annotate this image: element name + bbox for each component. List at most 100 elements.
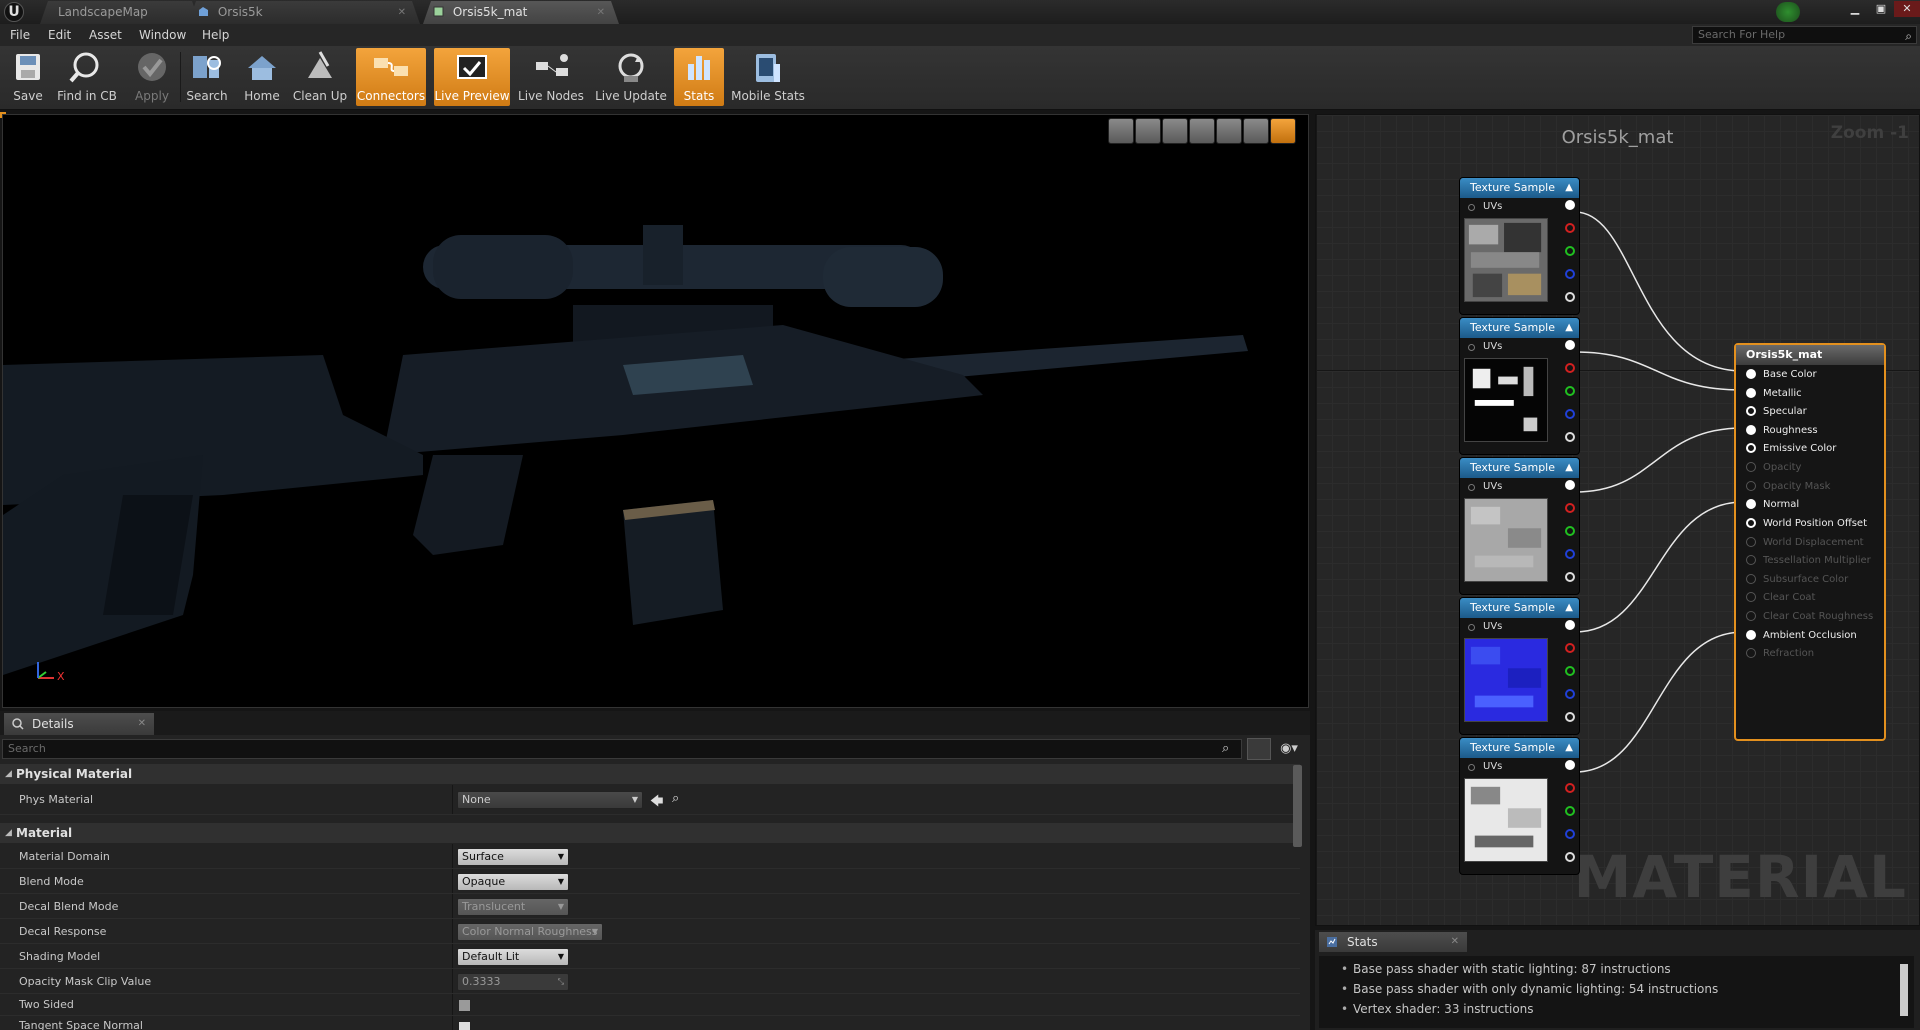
close-icon[interactable]: ✕ <box>138 713 146 735</box>
input-pin-subsurface-color[interactable] <box>1746 574 1756 584</box>
live-nodes-button[interactable]: Live Nodes <box>516 48 586 106</box>
input-pin-tessellation-multiplier[interactable] <box>1746 555 1756 565</box>
material-domain-combo[interactable]: Surface ▼ <box>457 848 569 866</box>
rgb-output-pin[interactable] <box>1565 760 1575 770</box>
uv-input-pin[interactable] <box>1468 764 1475 771</box>
search-icon[interactable]: ⌕ <box>1905 28 1912 44</box>
preview-cube-icon[interactable] <box>1189 118 1215 144</box>
input-pin-world-displacement[interactable] <box>1746 537 1756 547</box>
mobile-stats-button[interactable]: Mobile Stats <box>730 48 806 106</box>
rgb-output-pin[interactable] <box>1565 200 1575 210</box>
uv-input-pin[interactable] <box>1468 624 1475 631</box>
input-pin-refraction[interactable] <box>1746 648 1756 658</box>
r-output-pin[interactable] <box>1565 223 1575 233</box>
connectors-button[interactable]: Connectors <box>356 48 426 106</box>
b-output-pin[interactable] <box>1565 269 1575 279</box>
a-output-pin[interactable] <box>1565 852 1575 862</box>
eye-visibility-icon[interactable]: ◉▾ <box>1274 738 1304 760</box>
input-pin-metallic[interactable] <box>1746 388 1756 398</box>
input-pin-ambient-occlusion[interactable] <box>1746 630 1756 640</box>
realtime-toggle-icon[interactable] <box>1270 118 1296 144</box>
close-icon[interactable]: ✕ <box>398 1 406 24</box>
material-graph[interactable]: Orsis5k_mat Zoom -1 MATERIAL Texture Sam… <box>1315 114 1920 926</box>
search-icon[interactable]: ⌕ <box>1222 741 1229 756</box>
collapse-icon[interactable]: ▲ <box>1565 598 1573 618</box>
uv-input-pin[interactable] <box>1468 484 1475 491</box>
clean-up-button[interactable]: Clean Up <box>290 48 350 106</box>
menu-file[interactable]: File <box>10 24 30 46</box>
category-physical-material[interactable]: ◢ Physical Material <box>0 764 1300 784</box>
a-output-pin[interactable] <box>1565 572 1575 582</box>
texture-sample-node[interactable]: Texture Sample ▲ UVs <box>1459 597 1580 735</box>
a-output-pin[interactable] <box>1565 292 1575 302</box>
input-pin-clear-coat[interactable] <box>1746 592 1756 602</box>
input-pin-emissive-color[interactable] <box>1746 443 1756 453</box>
g-output-pin[interactable] <box>1565 806 1575 816</box>
shading-model-combo[interactable]: Default Lit ▼ <box>457 948 569 966</box>
g-output-pin[interactable] <box>1565 666 1575 676</box>
details-scrollbar[interactable] <box>1293 765 1302 847</box>
texture-sample-node[interactable]: Texture Sample ▲ UVs <box>1459 737 1580 875</box>
g-output-pin[interactable] <box>1565 526 1575 536</box>
menu-window[interactable]: Window <box>139 24 186 46</box>
a-output-pin[interactable] <box>1565 712 1575 722</box>
help-search-input[interactable]: Search For Help ⌕ <box>1692 26 1917 44</box>
collapse-icon[interactable]: ▲ <box>1565 318 1573 338</box>
input-pin-world-position-offset[interactable] <box>1746 518 1756 528</box>
browse-icon[interactable]: ⌕ <box>672 791 679 806</box>
apply-button[interactable]: Apply <box>128 48 176 106</box>
r-output-pin[interactable] <box>1565 503 1575 513</box>
input-pin-roughness[interactable] <box>1746 425 1756 435</box>
g-output-pin[interactable] <box>1565 386 1575 396</box>
stats-button[interactable]: Stats <box>674 48 724 106</box>
material-result-node[interactable]: Orsis5k_mat Base Color Metallic Specular… <box>1734 343 1886 741</box>
menu-asset[interactable]: Asset <box>89 24 122 46</box>
category-material[interactable]: ◢ Material <box>0 823 1300 843</box>
decal-response-combo[interactable]: Color Normal Roughness ▼ <box>457 923 603 941</box>
rgb-output-pin[interactable] <box>1565 480 1575 490</box>
tab-stats[interactable]: Stats ✕ <box>1319 932 1467 952</box>
preview-cylinder-icon[interactable] <box>1108 118 1134 144</box>
tangent-space-normal-checkbox[interactable] <box>458 1021 471 1030</box>
texture-sample-node[interactable]: Texture Sample ▲ UVs <box>1459 177 1580 315</box>
close-icon[interactable]: ✕ <box>597 1 605 24</box>
notification-icon[interactable] <box>1776 2 1800 22</box>
input-pin-clear-coat-roughness[interactable] <box>1746 611 1756 621</box>
input-pin-normal[interactable] <box>1746 499 1756 509</box>
input-pin-base-color[interactable] <box>1746 369 1756 379</box>
grid-toggle-icon[interactable] <box>1243 118 1269 144</box>
live-preview-button[interactable]: Live Preview <box>434 48 510 106</box>
r-output-pin[interactable] <box>1565 783 1575 793</box>
collapse-icon[interactable]: ▲ <box>1565 178 1573 198</box>
collapse-icon[interactable]: ▲ <box>1565 458 1573 478</box>
b-output-pin[interactable] <box>1565 409 1575 419</box>
stats-scrollbar[interactable] <box>1900 964 1908 1016</box>
live-update-button[interactable]: Live Update <box>594 48 668 106</box>
decal-blend-mode-combo[interactable]: Translucent ▼ <box>457 898 569 916</box>
view-options-icon[interactable] <box>1247 738 1271 760</box>
tab-details[interactable]: Details ✕ <box>4 713 154 735</box>
collapse-icon[interactable]: ▲ <box>1565 738 1573 758</box>
uv-input-pin[interactable] <box>1468 204 1475 211</box>
menu-edit[interactable]: Edit <box>48 24 71 46</box>
search-button[interactable]: Search <box>184 48 230 106</box>
r-output-pin[interactable] <box>1565 643 1575 653</box>
details-search-input[interactable]: Search <box>2 739 1242 759</box>
preview-plane-icon[interactable] <box>1162 118 1188 144</box>
close-window-icon[interactable]: ✕ <box>1894 1 1920 17</box>
tab-orsis5k-mat[interactable]: Orsis5k_mat ✕ <box>423 1 619 24</box>
close-icon[interactable]: ✕ <box>1451 932 1459 952</box>
maximize-icon[interactable]: ▣ <box>1868 1 1894 17</box>
a-output-pin[interactable] <box>1565 432 1575 442</box>
preview-sphere-icon[interactable] <box>1135 118 1161 144</box>
b-output-pin[interactable] <box>1565 689 1575 699</box>
home-button[interactable]: Home <box>240 48 284 106</box>
tab-landscapemap[interactable]: LandscapeMap <box>40 1 200 24</box>
texture-sample-node[interactable]: Texture Sample ▲ UVs <box>1459 317 1580 455</box>
b-output-pin[interactable] <box>1565 549 1575 559</box>
input-pin-specular[interactable] <box>1746 406 1756 416</box>
input-pin-opacity-mask[interactable] <box>1746 481 1756 491</box>
find-in-cb-button[interactable]: Find in CB <box>54 48 120 106</box>
uv-input-pin[interactable] <box>1468 344 1475 351</box>
save-button[interactable]: Save <box>6 48 50 106</box>
